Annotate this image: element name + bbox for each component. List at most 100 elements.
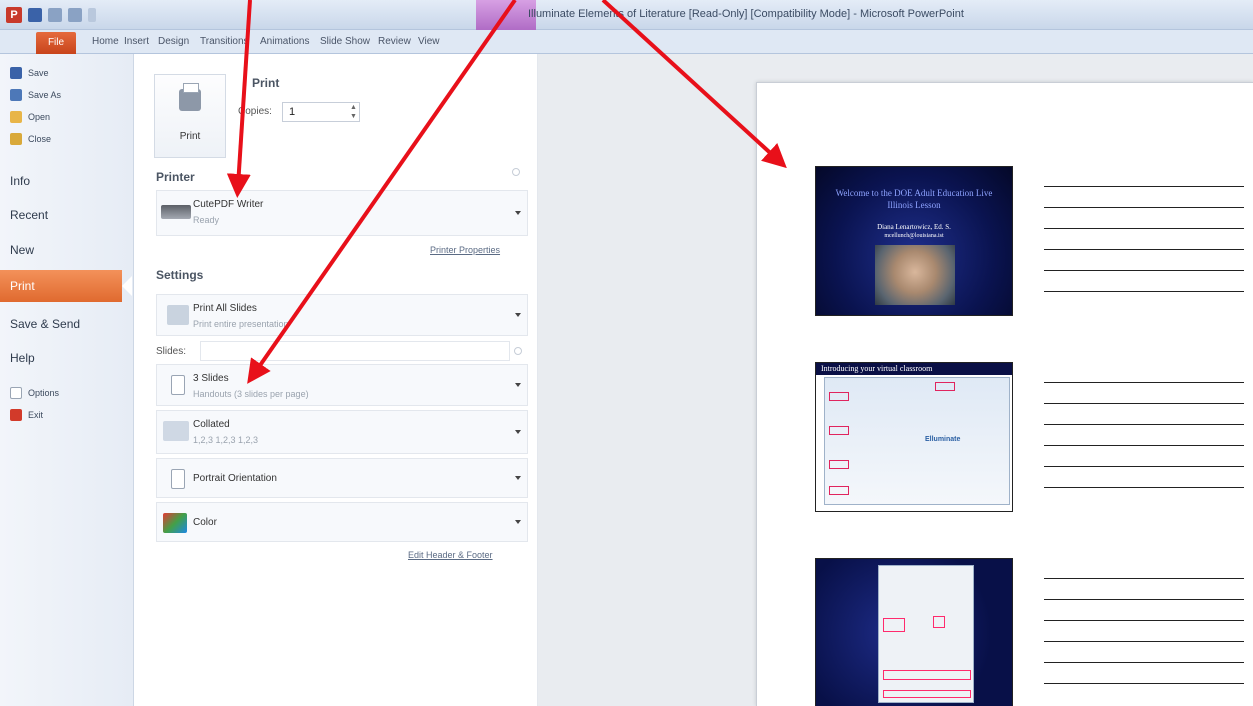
nav-save-label: Save — [28, 68, 49, 78]
nav-save[interactable]: Save — [10, 64, 49, 82]
powerpoint-app-icon[interactable]: P — [6, 7, 22, 23]
edit-header-footer-link[interactable]: Edit Header & Footer — [408, 550, 493, 560]
nav-options-label: Options — [28, 388, 60, 398]
color-label: Color — [193, 517, 217, 528]
layout-sub: Handouts (3 slides per page) — [193, 389, 309, 399]
highlight-box — [883, 670, 971, 680]
highlight-box — [883, 618, 905, 632]
nav-print[interactable]: Print — [0, 270, 132, 302]
slide-thumbnail — [815, 558, 1013, 706]
chevron-down-icon — [515, 211, 521, 215]
info-icon[interactable] — [512, 168, 520, 176]
layout-dropdown[interactable]: 3 Slides Handouts (3 slides per page) — [156, 364, 528, 406]
window-title: Illuminate Elements of Literature [Read-… — [528, 8, 964, 20]
print-button-label: Print — [179, 131, 201, 142]
customize-toolbar-icon[interactable] — [88, 8, 96, 22]
orientation-label: Portrait Orientation — [193, 473, 277, 484]
contextual-tab-highlight — [476, 0, 536, 30]
copies-spinner-icon[interactable]: ▲ ▼ — [350, 103, 357, 121]
chevron-down-icon — [515, 520, 521, 524]
nav-open[interactable]: Open — [10, 108, 50, 126]
nav-help[interactable]: Help — [10, 351, 35, 365]
printer-name: CutePDF Writer — [193, 199, 264, 210]
color-dropdown[interactable]: Color — [156, 502, 528, 542]
save-as-icon — [10, 89, 22, 101]
chevron-down-icon — [515, 313, 521, 317]
nav-exit[interactable]: Exit — [10, 406, 43, 424]
tab-view[interactable]: View — [418, 36, 440, 47]
color-swatch-icon — [163, 513, 187, 533]
collate-main: Collated — [193, 419, 230, 430]
slide2-logo: Elluminate — [925, 436, 961, 443]
nav-options[interactable]: Options — [10, 384, 59, 402]
nav-close-label: Close — [28, 134, 52, 144]
tab-design[interactable]: Design — [158, 36, 189, 47]
notes-lines — [1044, 186, 1244, 312]
nav-close[interactable]: Close — [10, 130, 51, 148]
folder-open-icon — [10, 111, 22, 123]
print-range-dropdown[interactable]: Print All Slides Print entire presentati… — [156, 294, 528, 336]
handout-layout-icon — [171, 375, 185, 395]
quick-access-toolbar — [28, 8, 96, 22]
slide1-email: mcellunch@louisiana.ist — [884, 233, 944, 239]
backstage-nav: Save Save As Open Close Info Recent New … — [0, 54, 134, 706]
printer-icon — [179, 83, 201, 111]
nav-save-as-label: Save As — [28, 90, 62, 100]
printer-properties-link[interactable]: Printer Properties — [430, 245, 500, 255]
layout-main: 3 Slides — [193, 373, 229, 384]
printer-status: Ready — [193, 215, 220, 225]
tab-insert[interactable]: Insert — [124, 36, 149, 47]
notes-lines — [1044, 578, 1244, 704]
chevron-down-icon — [515, 476, 521, 480]
save-icon[interactable] — [28, 8, 42, 22]
print-button[interactable]: Print — [154, 74, 226, 158]
nav-info[interactable]: Info — [10, 174, 30, 188]
collate-sub: 1,2,3 1,2,3 1,2,3 — [193, 435, 259, 445]
tab-file[interactable]: File — [36, 32, 76, 54]
redo-icon[interactable] — [68, 8, 82, 22]
tab-slide-show[interactable]: Slide Show — [320, 36, 370, 47]
print-settings-panel: Print Print Copies: 1 ▲ ▼ Printer CutePDF… — [134, 54, 538, 706]
callout-box — [935, 382, 955, 391]
printer-heading: Printer — [156, 170, 195, 184]
folder-close-icon — [10, 133, 22, 145]
classroom-screenshot: Elluminate — [824, 377, 1010, 505]
callout-box — [829, 392, 849, 401]
chevron-down-icon — [515, 383, 521, 387]
options-icon — [10, 387, 22, 399]
slide2-title: Introducing your virtual classroom — [816, 363, 1012, 375]
undo-icon[interactable] — [48, 8, 62, 22]
callout-box — [829, 486, 849, 495]
slides-input[interactable] — [200, 341, 510, 361]
tab-review[interactable]: Review — [378, 36, 411, 47]
info-icon[interactable] — [514, 347, 522, 355]
ribbon-tabs: File Home Insert Design Transitions Anim… — [0, 30, 1253, 54]
nav-recent[interactable]: Recent — [10, 208, 48, 222]
tab-home[interactable]: Home — [92, 36, 119, 47]
nav-open-label: Open — [28, 112, 51, 122]
orientation-dropdown[interactable]: Portrait Orientation — [156, 458, 528, 498]
print-heading: Print — [252, 76, 280, 90]
print-range-sub: Print entire presentation — [193, 319, 289, 329]
slides-label: Slides: — [156, 346, 187, 357]
nav-new[interactable]: New — [10, 243, 34, 257]
nav-save-as[interactable]: Save As — [10, 86, 61, 104]
portrait-icon — [171, 469, 185, 489]
collate-dropdown[interactable]: Collated 1,2,3 1,2,3 1,2,3 — [156, 410, 528, 454]
tab-transitions[interactable]: Transitions — [200, 36, 249, 47]
slide1-name: Diana Lenartowicz, Ed. S. — [877, 223, 951, 231]
callout-box — [829, 460, 849, 469]
callout-box — [829, 426, 849, 435]
chevron-down-icon — [515, 430, 521, 434]
nav-save-send[interactable]: Save & Send — [10, 317, 80, 331]
highlight-box — [933, 616, 945, 628]
copies-input[interactable]: 1 — [282, 102, 360, 122]
save-icon — [10, 67, 22, 79]
printer-device-icon — [161, 205, 191, 219]
exit-icon — [10, 409, 22, 421]
slides-range-icon — [167, 305, 189, 325]
title-bar: P Illuminate Elements of Literature [Rea… — [0, 0, 1253, 30]
tab-animations[interactable]: Animations — [260, 36, 309, 47]
slide1-title: Welcome to the DOE Adult Education Live … — [835, 188, 993, 210]
printer-dropdown[interactable]: CutePDF Writer Ready — [156, 190, 528, 236]
